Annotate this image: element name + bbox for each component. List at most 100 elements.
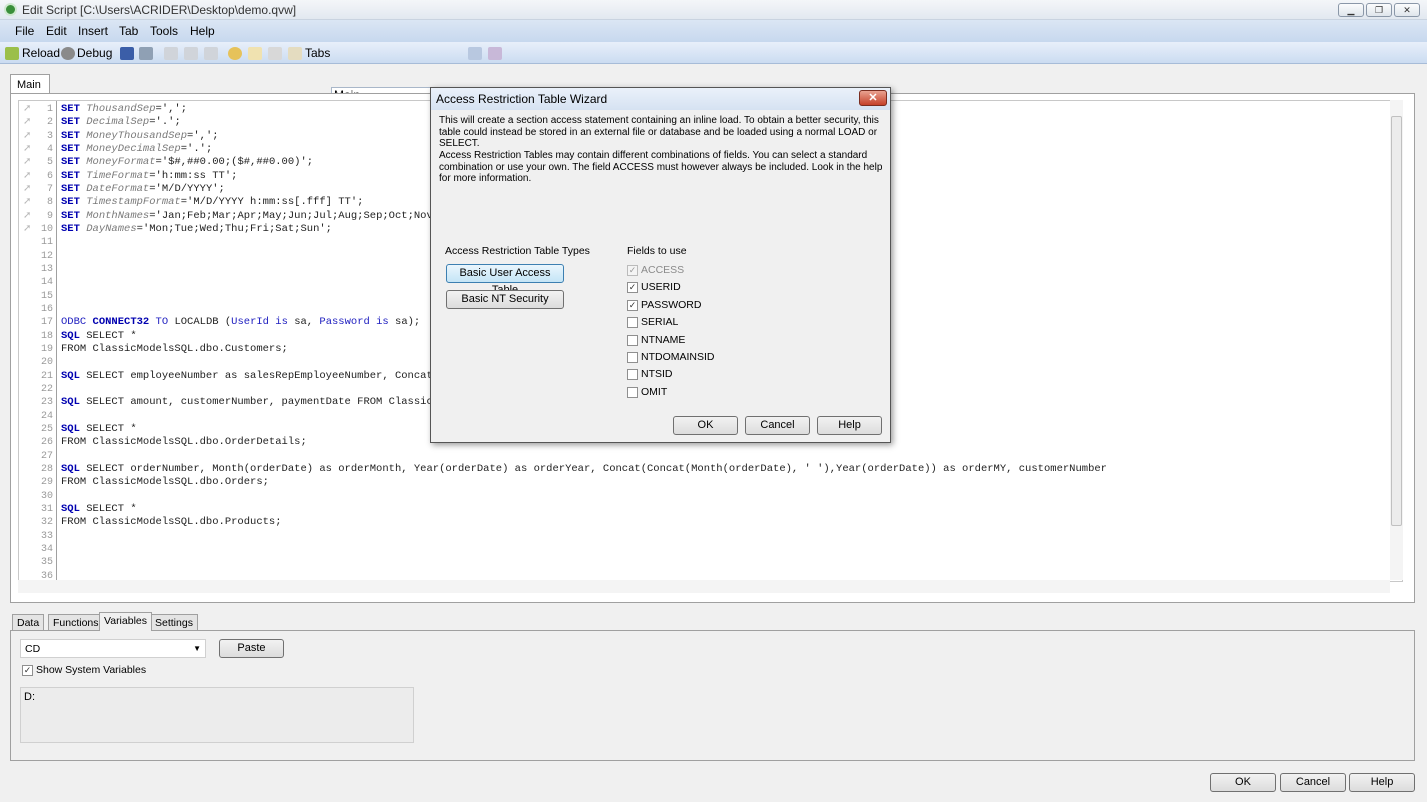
close-button[interactable]: ✕ [1394,3,1420,17]
horizontal-scrollbar[interactable] [18,580,1390,593]
basic-user-access-table-button[interactable]: Basic User Access Table [446,264,564,296]
code-line: SQL SELECT * [61,423,137,435]
menu-bar: File Edit Insert Tab Tools Help [0,20,1427,42]
toolbar: Reload Debug Tabs Main▼ [0,42,1427,104]
code-token: SELECT employeeNumber as salesRepEmploye… [79,369,433,382]
dialog-close-button[interactable]: ✕ [859,90,887,106]
access-restriction-wizard-dialog: Access Restriction Table Wizard ✕ This w… [430,87,891,443]
variable-value-box[interactable]: D: [20,687,414,743]
debug-button[interactable]: Debug [77,46,112,60]
field-checkbox-serial[interactable] [627,317,638,329]
field-label: USERID [641,281,681,294]
code-token: =','; [155,103,188,115]
paste-button[interactable]: Paste [219,639,284,658]
menu-help[interactable]: Help [190,24,215,38]
field-label: NTSID [641,368,673,381]
variable-content: D: [24,691,35,703]
minimize-button[interactable]: ▁ [1338,3,1364,17]
line-number: 25 [40,423,53,435]
code-token: SET [61,222,87,235]
print-icon[interactable] [139,47,153,60]
chevron-down-icon: ▼ [193,644,201,653]
line-number: 15 [40,290,53,302]
folder-tab-icon[interactable] [288,47,302,60]
ok-button[interactable]: OK [1210,773,1276,792]
field-checkbox-omit[interactable] [627,386,638,398]
line-number: 18 [40,330,53,342]
code-line: SET TimeFormat='h:mm:ss TT'; [61,170,237,182]
code-token: MoneyDecimalSep [86,142,181,155]
code-token: SQL [61,396,80,409]
line-gutter: ➚ 1 ➚ 2 ➚ 3 ➚ 4 ➚ 5 ➚ 6 ➚ 7 ➚ 8 ➚ 9 ➚ 10 11 12 13 14 15 16 17 18 19 2… [19,101,57,582]
tab-main[interactable]: Main [10,74,50,94]
menu-tools[interactable]: Tools [150,24,178,38]
line-number: 9 [46,210,53,222]
syntax-check-icon[interactable] [488,47,502,60]
basic-nt-security-button[interactable]: Basic NT Security [446,290,564,309]
code-token: SELECT * [79,422,137,435]
field-label: PASSWORD [641,298,702,311]
variable-dropdown[interactable]: CD ▼ [20,639,206,658]
tab-icon[interactable] [268,47,282,60]
line-number: 27 [40,450,53,462]
reload-button[interactable]: Reload [22,46,60,60]
field-checkbox-ntdomainsid[interactable] [627,352,638,363]
code-token: sa, [287,316,320,329]
field-checkbox-access[interactable]: ✓ [627,265,638,276]
cancel-button[interactable]: Cancel [1280,773,1346,792]
tab-settings[interactable]: Settings [150,614,198,631]
code-token: SET [61,169,87,182]
code-line: FROM ClassicModelsSQL.dbo.Customers; [61,343,288,355]
menu-insert[interactable]: Insert [78,24,108,38]
code-token: ='Mon;Tue;Wed;Thu;Fri;Sat;Sun'; [136,222,332,235]
dialog-ok-button[interactable]: OK [673,416,738,435]
tab-variables[interactable]: Variables [99,612,152,631]
gutter-divider [56,101,57,581]
code-token: SELECT amount, customerNumber, paymentDa… [79,396,433,409]
line-marker-icon: ➚ [23,129,32,141]
field-checkbox-ntname[interactable] [627,334,638,346]
code-line: SQL SELECT orderNumber, Month(orderDate)… [61,463,1107,475]
code-line: SQL SELECT amount, customerNumber, payme… [61,396,433,408]
folder-icon[interactable] [248,47,262,60]
save-icon[interactable] [120,47,134,60]
field-checkbox-userid[interactable]: ✓ [627,282,638,294]
code-line: SQL SELECT * [61,503,137,515]
field-checkbox-password[interactable]: ✓ [627,299,638,311]
code-token: ='.'; [149,116,181,129]
tab-functions[interactable]: Functions [48,614,104,631]
copy-icon[interactable] [184,47,198,60]
line-marker-icon: ➚ [23,182,32,194]
line-marker-icon: ➚ [23,222,32,234]
code-line: ODBC CONNECT32 TO LOCALDB (UserId is sa,… [61,316,420,328]
tab-data[interactable]: Data [12,614,45,631]
code-token: TimeFormat [86,169,150,182]
code-token: TimestampFormat [86,196,181,209]
menu-tab[interactable]: Tab [119,24,138,38]
code-token: MoneyFormat [86,156,156,169]
line-marker-icon: ➚ [23,156,32,168]
dialog-help-button[interactable]: Help [817,416,882,435]
line-number: 23 [40,397,53,409]
line-number: 31 [40,503,53,515]
table-viewer-icon[interactable] [468,47,482,60]
menu-file[interactable]: File [15,24,34,38]
code-token: ='$#,##0.00;($#,##0.00)'; [155,156,314,169]
types-label: Access Restriction Table Types [445,245,590,257]
field-label: ACCESS [641,264,685,276]
line-marker-icon: ➚ [23,209,32,221]
dialog-cancel-button[interactable]: Cancel [745,416,810,435]
help-button[interactable]: Help [1349,773,1415,792]
cut-icon[interactable] [164,47,178,60]
line-number: 16 [40,303,53,315]
field-checkbox-ntsid[interactable] [627,369,638,381]
menu-edit[interactable]: Edit [46,24,67,38]
paste-icon[interactable] [204,47,218,60]
restore-button[interactable]: ❐ [1366,3,1392,17]
search-icon[interactable] [228,47,242,60]
show-system-variables-checkbox[interactable]: ✓ [22,665,33,676]
vertical-scroll-thumb[interactable] [1391,116,1402,526]
code-token: DayNames [86,222,137,235]
code-line: SET MoneyFormat='$#,##0.00;($#,##0.00)'; [61,156,313,168]
line-number: 19 [40,343,53,355]
